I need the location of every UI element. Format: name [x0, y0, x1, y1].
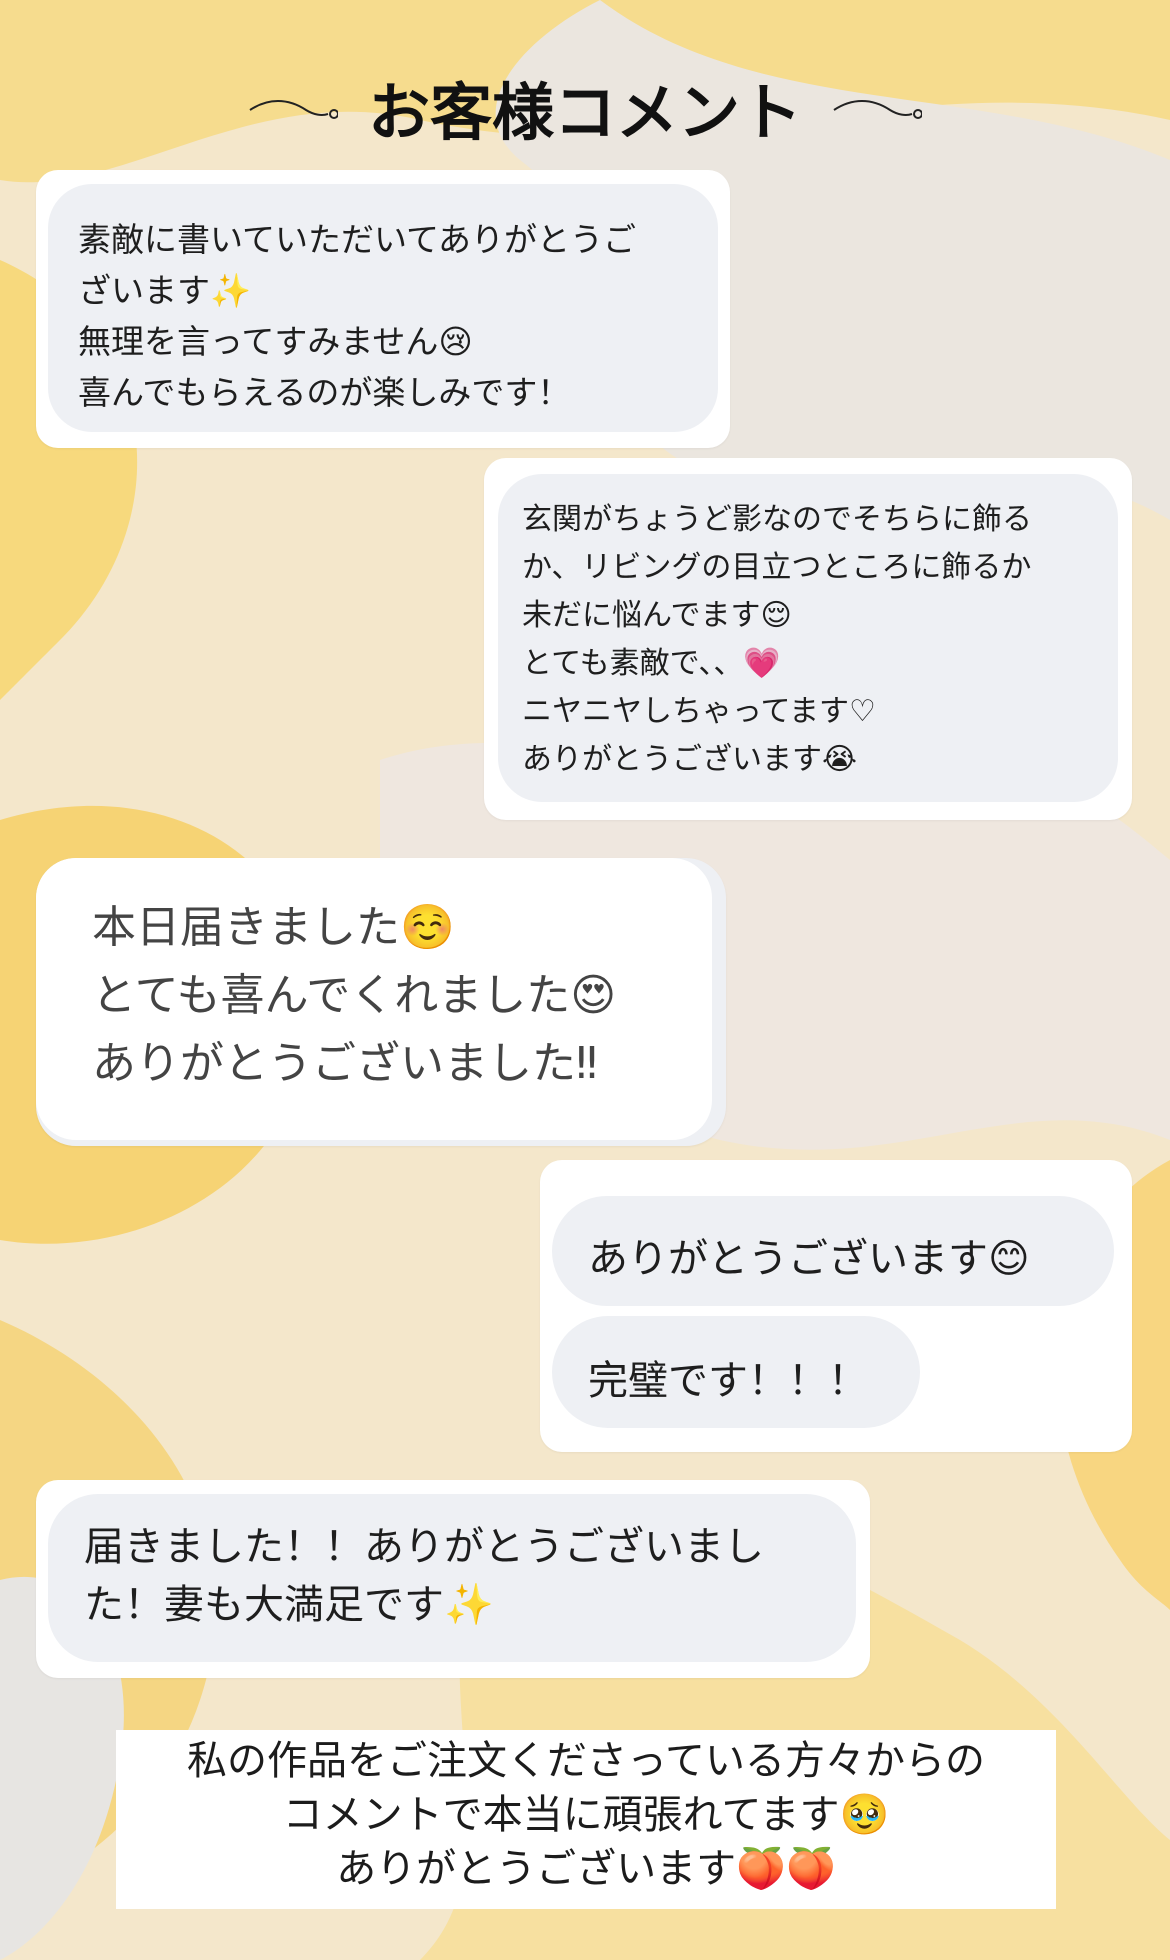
comment-text: 完璧です！！！	[588, 1358, 868, 1404]
page-title: お客様コメント	[0, 62, 1170, 152]
comment-line: ざいます✨	[78, 271, 252, 310]
comment-card-1: 素敵に書いていただいてありがとうご ざいます✨ 無理を言ってすみません😢 喜んで…	[36, 170, 730, 448]
comment-bubble: 本日届きました☺️ とても喜んでくれました😍 ありがとうございました‼︎	[36, 858, 712, 1140]
swirl-decoration-left	[249, 100, 339, 119]
comment-card-5: 届きました！！ありがとうございまし た！妻も大満足です✨	[36, 1480, 870, 1678]
footer-line: コメントで本当に頑張れてます🥹	[282, 1792, 890, 1838]
comment-card-3: 本日届きました☺️ とても喜んでくれました😍 ありがとうございました‼︎	[36, 858, 726, 1146]
comment-bubble: 玄関がちょうど影なのでそちらに飾る か、リビングの目立つところに飾るか 未だに悩…	[498, 474, 1118, 802]
comment-line: 喜んでもらえるのが楽しみです！	[78, 373, 571, 412]
comment-line: た！妻も大満足です✨	[84, 1582, 494, 1628]
comment-bubble-1: ありがとうございます😊	[552, 1196, 1114, 1306]
comment-line: とても素敵で、、💗	[522, 646, 781, 681]
comment-card-4: ありがとうございます😊 完璧です！！！	[540, 1160, 1132, 1452]
comment-line: ニヤニヤしちゃってます♡	[522, 694, 876, 729]
comment-bubble-2: 完璧です！！！	[552, 1316, 920, 1428]
comment-line: 無理を言ってすみません😢	[78, 322, 473, 361]
comment-line: ありがとうございます😭	[522, 742, 858, 777]
footer-note: 私の作品をご注文くださっている方々からの コメントで本当に頑張れてます🥹 ありが…	[116, 1730, 1056, 1909]
comment-line: 未だに悩んでます😌	[522, 598, 792, 633]
comment-line: 本日届きました☺️	[92, 902, 455, 953]
swirl-decoration-right	[833, 100, 922, 119]
title-text: お客様コメント	[367, 76, 802, 149]
comment-line: 素敵に書いていただいてありがとうご	[78, 220, 637, 259]
comment-line: 届きました！！ありがとうございまし	[84, 1524, 764, 1570]
comment-line: か、リビングの目立つところに飾るか	[522, 550, 1032, 585]
comment-line: とても喜んでくれました😍	[92, 970, 617, 1021]
footer-line: 私の作品をご注文くださっている方々からの	[187, 1738, 985, 1784]
comment-bubble: 素敵に書いていただいてありがとうご ざいます✨ 無理を言ってすみません😢 喜んで…	[48, 184, 718, 432]
comment-line: 玄関がちょうど影なのでそちらに飾る	[522, 502, 1032, 537]
comment-text: ありがとうございます😊	[588, 1236, 1030, 1282]
comment-bubble: 届きました！！ありがとうございまし た！妻も大満足です✨	[48, 1494, 856, 1662]
comment-line: ありがとうございました‼︎	[92, 1038, 598, 1089]
comment-card-2: 玄関がちょうど影なのでそちらに飾る か、リビングの目立つところに飾るか 未だに悩…	[484, 458, 1132, 820]
footer-line: ありがとうございます🍑🍑	[336, 1846, 836, 1892]
